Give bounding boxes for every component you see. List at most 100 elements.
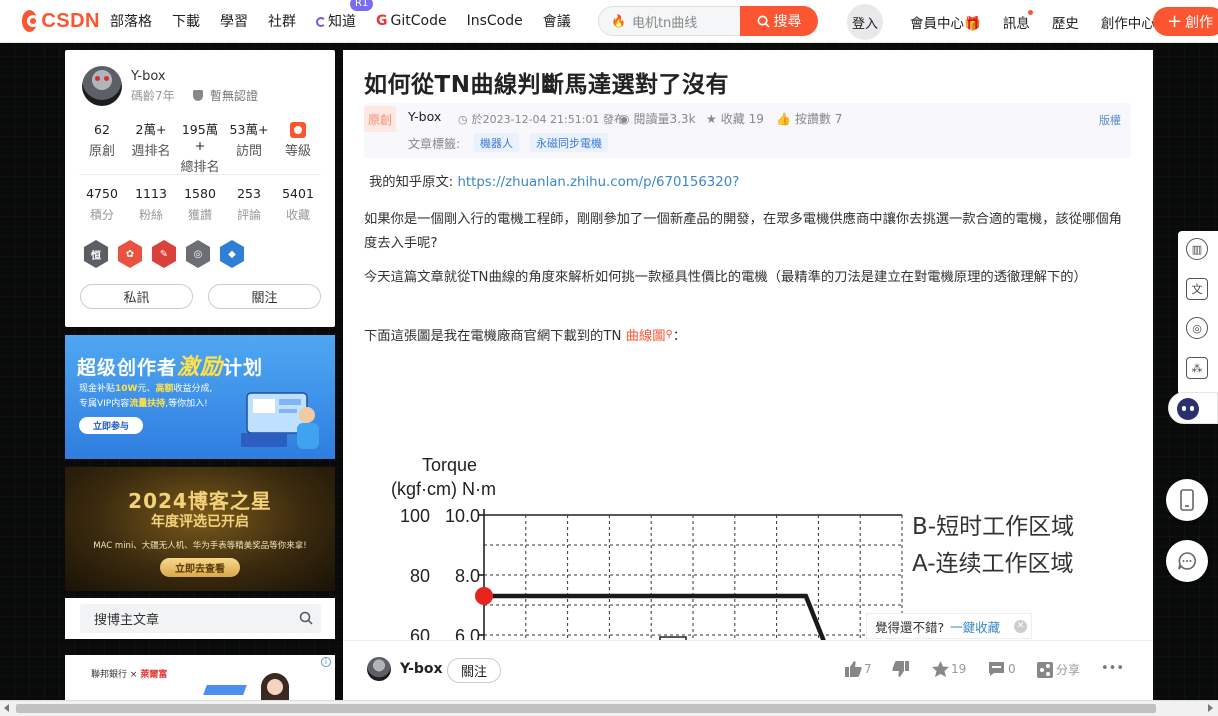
share-label: 分享 <box>1056 663 1081 677</box>
search-placeholder: 电机tn曲线 <box>631 15 698 31</box>
favorite-button[interactable]: 19 <box>932 661 966 677</box>
more-button[interactable]: ••• <box>1101 661 1124 676</box>
chart-tick-right: 10.0 <box>445 506 480 526</box>
badge-pen-icon[interactable]: ✎ <box>151 240 177 268</box>
messages-link[interactable]: 訊息 <box>1003 9 1052 32</box>
stat-level[interactable]: 等級 <box>275 122 321 177</box>
thumb-up-icon: 👍 <box>776 111 791 126</box>
ad-person-image <box>261 673 289 700</box>
meta-likes-text: 按讚數 7 <box>794 112 843 126</box>
horizontal-scrollbar[interactable] <box>0 700 1218 716</box>
nav-inscode[interactable]: InsCode <box>457 13 533 29</box>
nav-blog[interactable]: 部落格 <box>100 11 162 31</box>
nav-zhidao[interactable]: 知道 R1 <box>306 0 374 31</box>
apps-icon[interactable]: ⁂ <box>1186 357 1208 379</box>
csdn-logo[interactable]: CSDN <box>22 10 100 33</box>
share-button[interactable]: 分享 <box>1037 661 1080 678</box>
meta-author[interactable]: Y-box <box>408 109 441 124</box>
scroll-left-icon[interactable] <box>4 704 9 712</box>
meta-date-text: 於2023-12-04 21:51:01 發布 <box>471 113 625 126</box>
bottom-author-name[interactable]: Y-box <box>400 661 443 677</box>
logo-text: CSDN <box>41 9 100 32</box>
stat-visits[interactable]: 53萬+ 訪問 <box>226 122 272 177</box>
bottom-follow-button[interactable]: 關注 <box>447 658 501 683</box>
banner-text: ,等你加入! <box>165 399 208 409</box>
article-meta: 原創 Y-box ◷ 於2023-12-04 21:51:01 發布 ◉ 閱讀量3.… <box>364 103 1131 158</box>
meta-favorites[interactable]: ★ 收藏 19 <box>706 110 764 127</box>
stat-num: 1580 <box>184 186 216 201</box>
keyword-link[interactable]: 曲線圖⚲ <box>626 329 673 344</box>
stats-row-secondary: 4750 積分 1113 粉絲 1580 獲讚 253 評論 5401 收藏 <box>79 186 321 224</box>
translate-icon[interactable]: 文 <box>1186 278 1208 300</box>
create-button-label: 創作 <box>1185 14 1214 31</box>
plus-icon: + <box>1167 10 1183 32</box>
stat-label: 等級 <box>284 144 311 159</box>
search-button[interactable]: 搜尋 <box>740 6 818 36</box>
blogger-search: 搜博主文章 <box>65 598 335 639</box>
mobile-view-button[interactable] <box>1166 479 1208 521</box>
nav-community[interactable]: 社群 <box>258 11 306 31</box>
close-icon[interactable]: ✕ <box>1014 619 1028 633</box>
stat-fans[interactable]: 1113 粉絲 <box>128 186 174 224</box>
private-message-button[interactable]: 私訊 <box>80 284 193 309</box>
blogger-search-input[interactable]: 搜博主文章 <box>80 604 321 633</box>
login-button[interactable]: 登入 <box>847 4 883 40</box>
banner-text-hl: 流量扶持 <box>129 399 166 409</box>
author-name[interactable]: Y-box <box>131 69 166 84</box>
tag-robot[interactable]: 機器人 <box>474 133 519 152</box>
zhihu-link[interactable]: https://zhuanlan.zhihu.com/p/670156320? <box>458 175 740 190</box>
author-avatar-small[interactable] <box>367 657 391 681</box>
tag-pmsm[interactable]: 永磁同步電機 <box>530 133 608 152</box>
keyword-text: 曲線圖 <box>625 329 666 344</box>
stat-original[interactable]: 62 原創 <box>79 122 125 177</box>
meta-likes[interactable]: 👍 按讚數 7 <box>776 110 842 127</box>
nav-learn[interactable]: 學習 <box>210 11 258 31</box>
search-icon[interactable] <box>299 611 313 625</box>
source-prefix: 我的知乎原文: <box>369 175 458 190</box>
advertisement[interactable]: 聯邦銀行 × 萊爾富 i <box>65 655 335 700</box>
stat-num: 53萬+ <box>229 122 269 137</box>
dislike-button[interactable] <box>892 661 909 677</box>
one-click-favorite-link[interactable]: 一鍵收藏 <box>950 617 1000 636</box>
follow-button[interactable]: 關注 <box>208 284 321 309</box>
nav-download[interactable]: 下載 <box>162 11 210 31</box>
audio-icon[interactable]: ◎ <box>1186 317 1208 339</box>
stat-total-rank[interactable]: 195萬+ 總排名 <box>177 122 223 177</box>
favorite-toast: 覺得還不錯? 一鍵收藏 ✕ <box>866 613 1032 639</box>
badge-flower-icon[interactable]: ✿ <box>117 240 143 268</box>
nav-gitcode-label: GitCode <box>390 13 447 29</box>
comment-button[interactable]: 0 <box>988 661 1016 677</box>
history-link[interactable]: 歷史 <box>1052 12 1101 32</box>
comment-icon <box>989 662 1004 676</box>
badge-medal-icon[interactable]: ◎ <box>185 240 211 268</box>
reading-mode-icon[interactable]: ▥ <box>1186 238 1208 260</box>
nav-meeting[interactable]: 會議 <box>533 11 581 31</box>
badge-persistence-icon[interactable]: 恒 <box>83 240 109 268</box>
view-now-button[interactable]: 立即去查看 <box>160 558 240 577</box>
join-now-button[interactable]: 立即参与 <box>79 417 143 434</box>
right-toolbar: ▥ 文 ◎ ⁂ <box>1178 231 1218 395</box>
chat-icon <box>1178 552 1196 570</box>
blogger-search-placeholder: 搜博主文章 <box>94 613 160 628</box>
ad-info-icon[interactable]: i <box>321 657 331 667</box>
chart-tick-left: 100 <box>400 506 430 526</box>
nav-gitcode[interactable]: G GitCode <box>366 13 457 29</box>
ai-assistant-button[interactable] <box>1168 392 1218 424</box>
creator-incentive-banner[interactable]: 超级创作者激励计划 现金补贴10W元、高额收益分成, 专属VIP内容流量扶持,等… <box>65 335 335 459</box>
copyright-link[interactable]: 版權 <box>1099 112 1121 128</box>
top-right-links: 會員中心🎁 訊息 歷史 創作中心 <box>910 0 1177 43</box>
stat-weekly-rank[interactable]: 2萬+ 週排名 <box>128 122 174 177</box>
like-button[interactable]: 7 <box>845 661 872 677</box>
search-input[interactable]: 🔥 电机tn曲线 <box>598 6 740 36</box>
customer-service-button[interactable] <box>1166 540 1208 582</box>
author-avatar[interactable] <box>82 66 122 106</box>
ad-brand-a: 聯邦銀行 <box>91 670 128 680</box>
scrollbar-thumb[interactable] <box>16 704 1156 713</box>
phone-icon <box>1180 489 1194 511</box>
scroll-right-icon[interactable] <box>1208 704 1213 712</box>
badge-diamond-icon[interactable]: ◆ <box>219 240 245 268</box>
create-button[interactable]: + 創作 <box>1153 7 1218 36</box>
blog-star-banner[interactable]: 2024博客之星 年度评选已开启 MAC mini、大疆无人机、华为手表等精美奖… <box>65 467 335 591</box>
banner-title: 超级创作者激励计划 <box>77 349 263 381</box>
member-center-link[interactable]: 會員中心🎁 <box>910 12 1003 32</box>
